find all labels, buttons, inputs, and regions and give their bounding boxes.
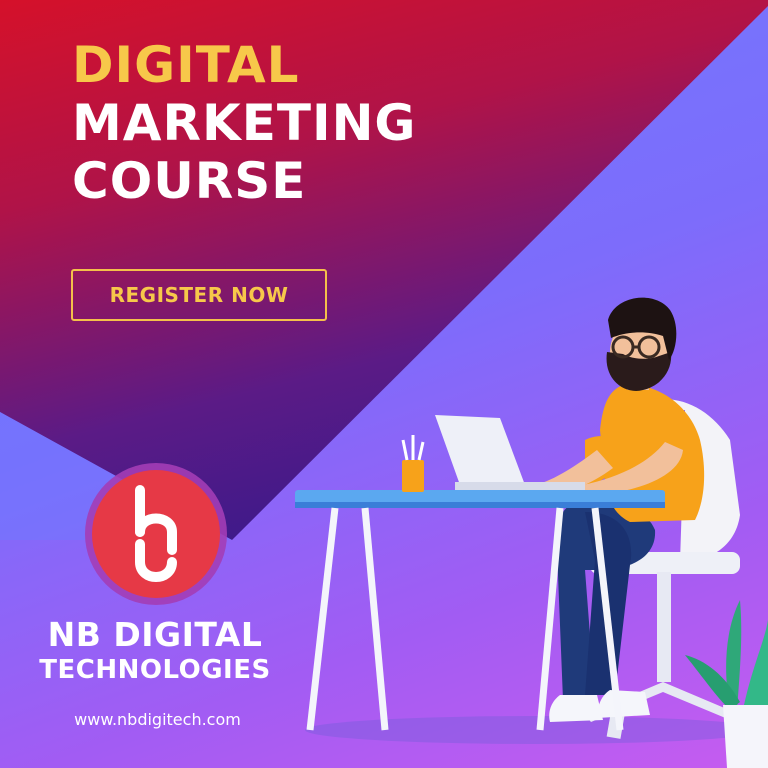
website-link[interactable]: www.nbdigitech.com: [0, 710, 315, 729]
promo-banner: DIGITAL MARKETING COURSE REGISTER NOW NB…: [0, 0, 768, 768]
plant-icon: [685, 600, 768, 768]
headline-line-3: COURSE: [72, 152, 307, 210]
headline: DIGITAL MARKETING COURSE: [72, 40, 416, 206]
brand-name-line-2: TECHNOLOGIES: [39, 655, 271, 685]
headline-line-2: MARKETING: [72, 94, 417, 152]
brand-name-line-1: NB DIGITAL: [47, 615, 263, 654]
headline-line-1: DIGITAL: [72, 36, 300, 94]
man-head-icon: [606, 297, 677, 391]
pencil-cup-icon: [401, 435, 425, 492]
nb-logo-icon: [85, 463, 227, 605]
man-working-at-laptop-icon: [295, 297, 768, 768]
